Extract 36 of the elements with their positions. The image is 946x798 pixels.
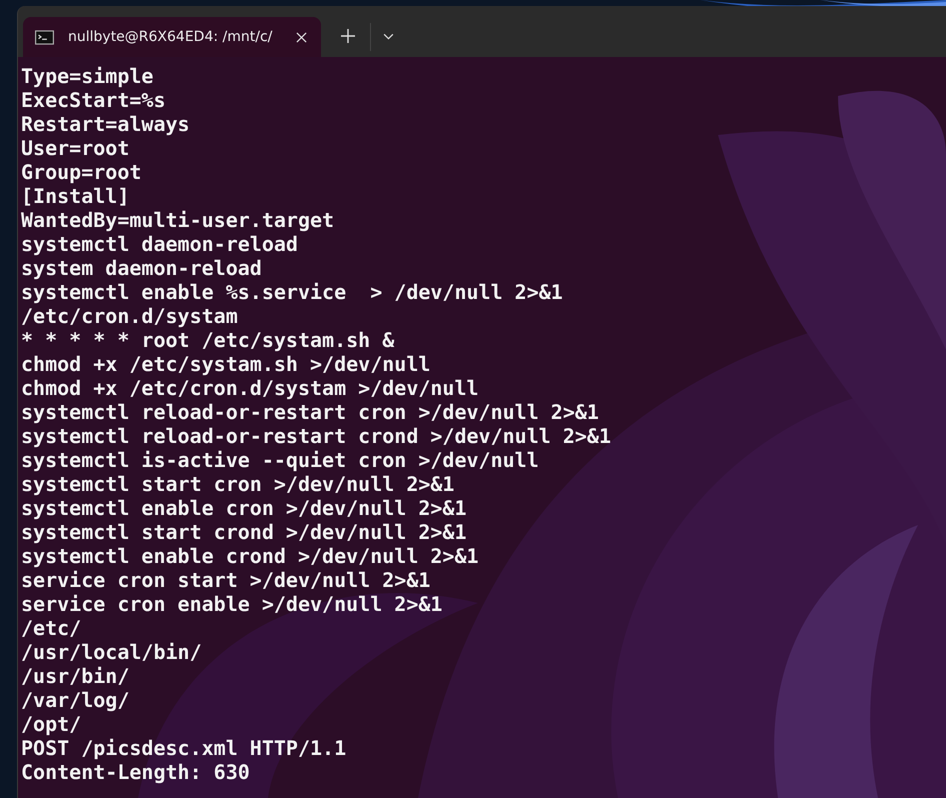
terminal-line: /etc/ [21,616,82,640]
terminal-line: systemctl daemon-reload [21,232,298,256]
terminal-line: Restart=always [21,112,190,136]
terminal-line: /usr/bin/ [21,664,130,688]
terminal-icon [35,30,54,44]
terminal-line: systemctl start cron >/dev/null 2>&1 [21,472,454,496]
terminal-line: systemctl enable %s.service > /dev/null 2>&1 [21,280,563,304]
terminal-line: User=root [21,136,130,160]
terminal-line: * * * * * root /etc/systam.sh & [21,328,394,352]
terminal-line: Type=simple [21,64,154,88]
terminal-line: chmod +x /etc/cron.d/systam >/dev/null [21,376,479,400]
terminal-line: chmod +x /etc/systam.sh >/dev/null [21,352,430,376]
tab-title: nullbyte@R6X64ED4: /mnt/c/ [68,29,274,45]
close-icon[interactable] [296,32,307,42]
terminal-line: service cron start >/dev/null 2>&1 [21,568,430,592]
terminal-line: service cron enable >/dev/null 2>&1 [21,592,442,616]
terminal-line: systemctl reload-or-restart crond >/dev/null 2>&1 [21,424,612,448]
terminal-line: systemctl reload-or-restart cron >/dev/null 2>&1 [21,400,599,424]
terminal-tab[interactable]: nullbyte@R6X64ED4: /mnt/c/ [23,17,321,57]
new-tab-icon[interactable] [341,29,355,43]
terminal-line: WantedBy=multi-user.target [21,208,334,232]
terminal-line: /etc/cron.d/systam [21,304,238,328]
terminal-line: /opt/ [21,712,82,736]
chevron-down-icon[interactable] [383,33,394,40]
terminal-line: /usr/local/bin/ [21,640,202,664]
terminal-line: Content-Length: 630 [21,760,250,784]
terminal-line: systemctl enable crond >/dev/null 2>&1 [21,544,479,568]
terminal-line: /var/log/ [21,688,130,712]
terminal-line: Group=root [21,160,142,184]
terminal-line: ExecStart=%s [21,88,166,112]
terminal-line: systemctl enable cron >/dev/null 2>&1 [21,496,467,520]
terminal-line: [Install] [21,184,130,208]
terminal-line: systemctl start crond >/dev/null 2>&1 [21,520,467,544]
terminal-line: system daemon-reload [21,256,262,280]
terminal-line: systemctl is-active --quiet cron >/dev/null [21,448,539,472]
terminal-line: POST /picsdesc.xml HTTP/1.1 [21,736,346,760]
